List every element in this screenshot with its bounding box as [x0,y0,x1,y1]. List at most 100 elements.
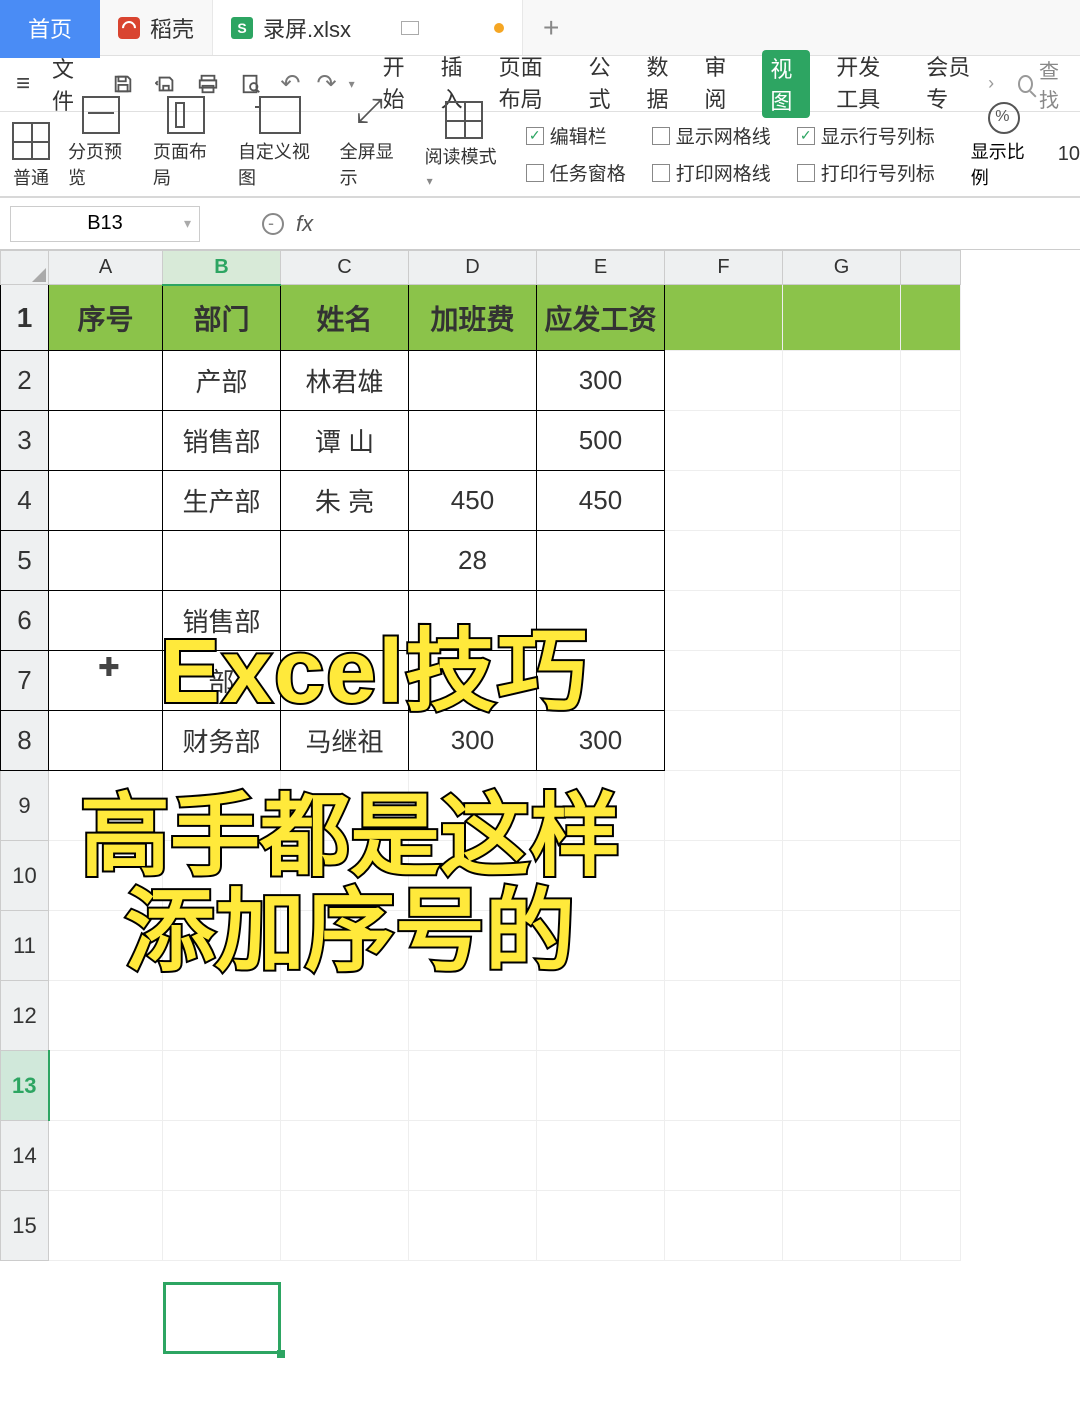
cell[interactable] [409,411,537,471]
row-header[interactable]: 8 [1,711,49,771]
cell[interactable] [783,1051,901,1121]
cell[interactable] [665,711,783,771]
cell[interactable] [665,1051,783,1121]
cell[interactable]: 谭 山 [281,411,409,471]
col-header-C[interactable]: C [281,251,409,285]
cell[interactable] [281,841,409,911]
cell[interactable] [49,351,163,411]
cell[interactable] [901,471,961,531]
tab-file[interactable]: S 录屏.xlsx [213,0,523,55]
chk-formula-bar[interactable]: ✓编辑栏 [526,122,626,149]
row-header[interactable]: 1 [1,285,49,351]
row-header[interactable]: 3 [1,411,49,471]
cell[interactable] [665,285,783,351]
cell[interactable] [281,981,409,1051]
menu-icon[interactable]: ≡ [10,70,36,98]
cell[interactable] [665,351,783,411]
cell[interactable] [665,771,783,841]
cell[interactable] [537,651,665,711]
cell[interactable] [409,981,537,1051]
view-normal[interactable]: 普通 [4,122,58,190]
cell[interactable] [537,1191,665,1261]
save-icon[interactable] [112,70,135,98]
selection-handle[interactable] [277,1350,285,1358]
cell[interactable] [537,841,665,911]
save-as-icon[interactable] [154,70,177,98]
cell[interactable] [49,411,163,471]
cell[interactable] [409,1191,537,1261]
row-header[interactable]: 2 [1,351,49,411]
cell[interactable] [901,351,961,411]
cell[interactable] [783,411,901,471]
cell[interactable] [409,1121,537,1191]
chk-headings[interactable]: ✓显示行号列标 [797,122,935,149]
name-box[interactable]: B13 [10,206,200,242]
print-icon[interactable] [197,70,220,98]
cell[interactable] [281,1121,409,1191]
cell[interactable] [901,981,961,1051]
cell[interactable] [783,1191,901,1261]
cell[interactable] [409,841,537,911]
cell[interactable] [49,711,163,771]
cell[interactable] [783,981,901,1051]
cell[interactable] [783,531,901,591]
cell[interactable] [409,591,537,651]
cell[interactable] [281,531,409,591]
menu-review[interactable]: 审阅 [704,50,736,118]
cell[interactable]: 林君雄 [281,351,409,411]
fx-search-icon[interactable] [262,213,284,235]
cell[interactable] [783,1121,901,1191]
cell[interactable] [901,1191,961,1261]
cell[interactable]: 生产部 [163,471,281,531]
row-header[interactable]: 14 [1,1121,49,1191]
cell[interactable]: 序号 [49,285,163,351]
menu-formula[interactable]: 公式 [588,50,620,118]
print-preview-icon[interactable] [240,70,263,98]
cell[interactable] [665,841,783,911]
row-header[interactable]: 9 [1,771,49,841]
sheet-table[interactable]: A B C D E F G 1序号部门姓名加班费应发工资2产部林君雄3003销售… [0,250,961,1261]
undo-button[interactable]: ↶ [280,69,300,98]
cell[interactable] [163,841,281,911]
cell[interactable] [537,911,665,981]
cell[interactable] [409,911,537,981]
col-header-more[interactable] [901,251,961,285]
row-header[interactable]: 5 [1,531,49,591]
cell[interactable] [901,1121,961,1191]
new-tab-button[interactable]: + [523,12,579,44]
menu-more-icon[interactable]: › [988,73,994,94]
cell[interactable] [49,591,163,651]
cell[interactable] [281,1191,409,1261]
cell[interactable]: 销售部 [163,591,281,651]
redo-button[interactable]: ↷ [317,69,337,98]
col-header-F[interactable]: F [665,251,783,285]
cell[interactable]: 销售部 [163,411,281,471]
col-header-B[interactable]: B [163,251,281,285]
cell[interactable] [665,411,783,471]
cell[interactable] [281,1051,409,1121]
chk-print-head[interactable]: 打印行号列标 [797,159,935,186]
chk-print-grid[interactable]: 打印网格线 [652,159,771,186]
cell[interactable] [281,911,409,981]
cell[interactable]: 28 [409,531,537,591]
row-header[interactable]: 7 [1,651,49,711]
view-pagebreak[interactable]: 分页预览 [60,96,143,190]
cell[interactable] [537,531,665,591]
cell[interactable] [49,1051,163,1121]
row-header[interactable]: 6 [1,591,49,651]
cell[interactable] [49,841,163,911]
cell[interactable] [49,1121,163,1191]
cell[interactable]: 马继祖 [281,711,409,771]
tab-home[interactable]: 首页 [0,0,100,58]
cell[interactable] [665,911,783,981]
cell[interactable] [783,711,901,771]
select-all-corner[interactable] [1,251,49,285]
cell[interactable]: 部 [163,651,281,711]
cell[interactable] [901,711,961,771]
cell[interactable] [49,911,163,981]
cell[interactable] [537,981,665,1051]
redo-dropdown-icon[interactable]: ▾ [349,77,355,91]
cell[interactable] [665,471,783,531]
cell[interactable] [665,591,783,651]
fx-label[interactable]: fx [296,211,313,237]
